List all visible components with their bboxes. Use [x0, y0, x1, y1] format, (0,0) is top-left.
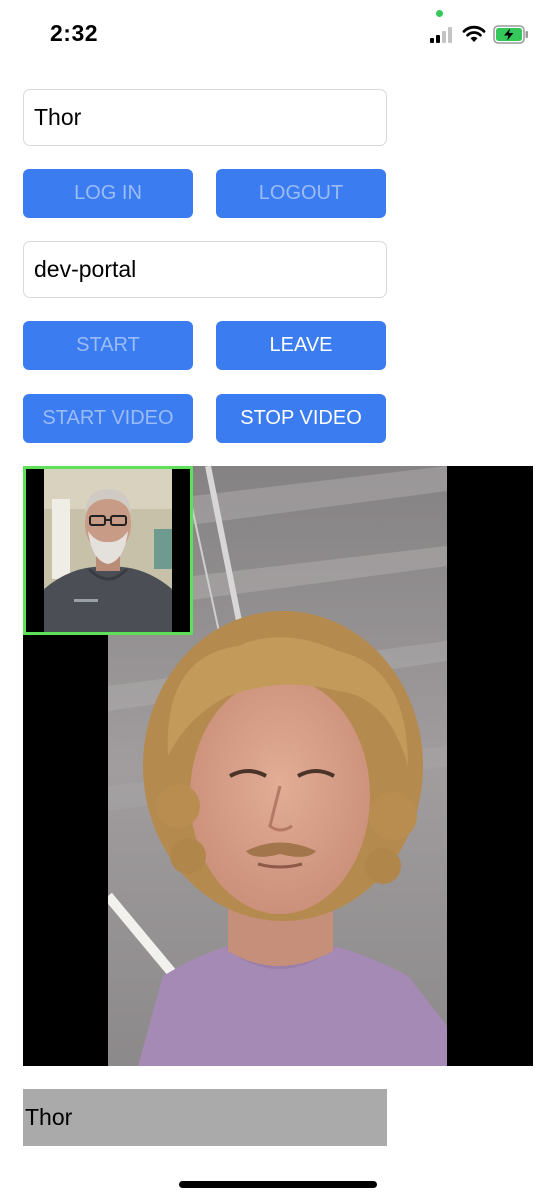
start-video-button[interactable]: START VIDEO: [23, 394, 193, 443]
camera-in-use-indicator: [436, 10, 443, 17]
wifi-icon: [462, 25, 486, 42]
battery-charging-icon: [493, 25, 528, 44]
start-session-button[interactable]: START: [23, 321, 193, 370]
status-bar: 2:32: [0, 0, 555, 70]
status-time: 2:32: [50, 20, 99, 46]
session-name-input[interactable]: [23, 241, 387, 298]
username-input[interactable]: [23, 89, 387, 146]
local-video-preview: [23, 466, 193, 635]
local-participant-video-image: [44, 469, 172, 632]
logout-button[interactable]: LOGOUT: [216, 169, 386, 218]
leave-session-button[interactable]: LEAVE: [216, 321, 386, 370]
home-indicator[interactable]: [179, 1181, 377, 1188]
stop-video-button[interactable]: STOP VIDEO: [216, 394, 386, 443]
local-video-feed: [44, 469, 172, 632]
log-in-button[interactable]: LOG IN: [23, 169, 193, 218]
participant-name-label: Thor: [23, 1089, 387, 1146]
cellular-signal-icon: [430, 27, 452, 43]
